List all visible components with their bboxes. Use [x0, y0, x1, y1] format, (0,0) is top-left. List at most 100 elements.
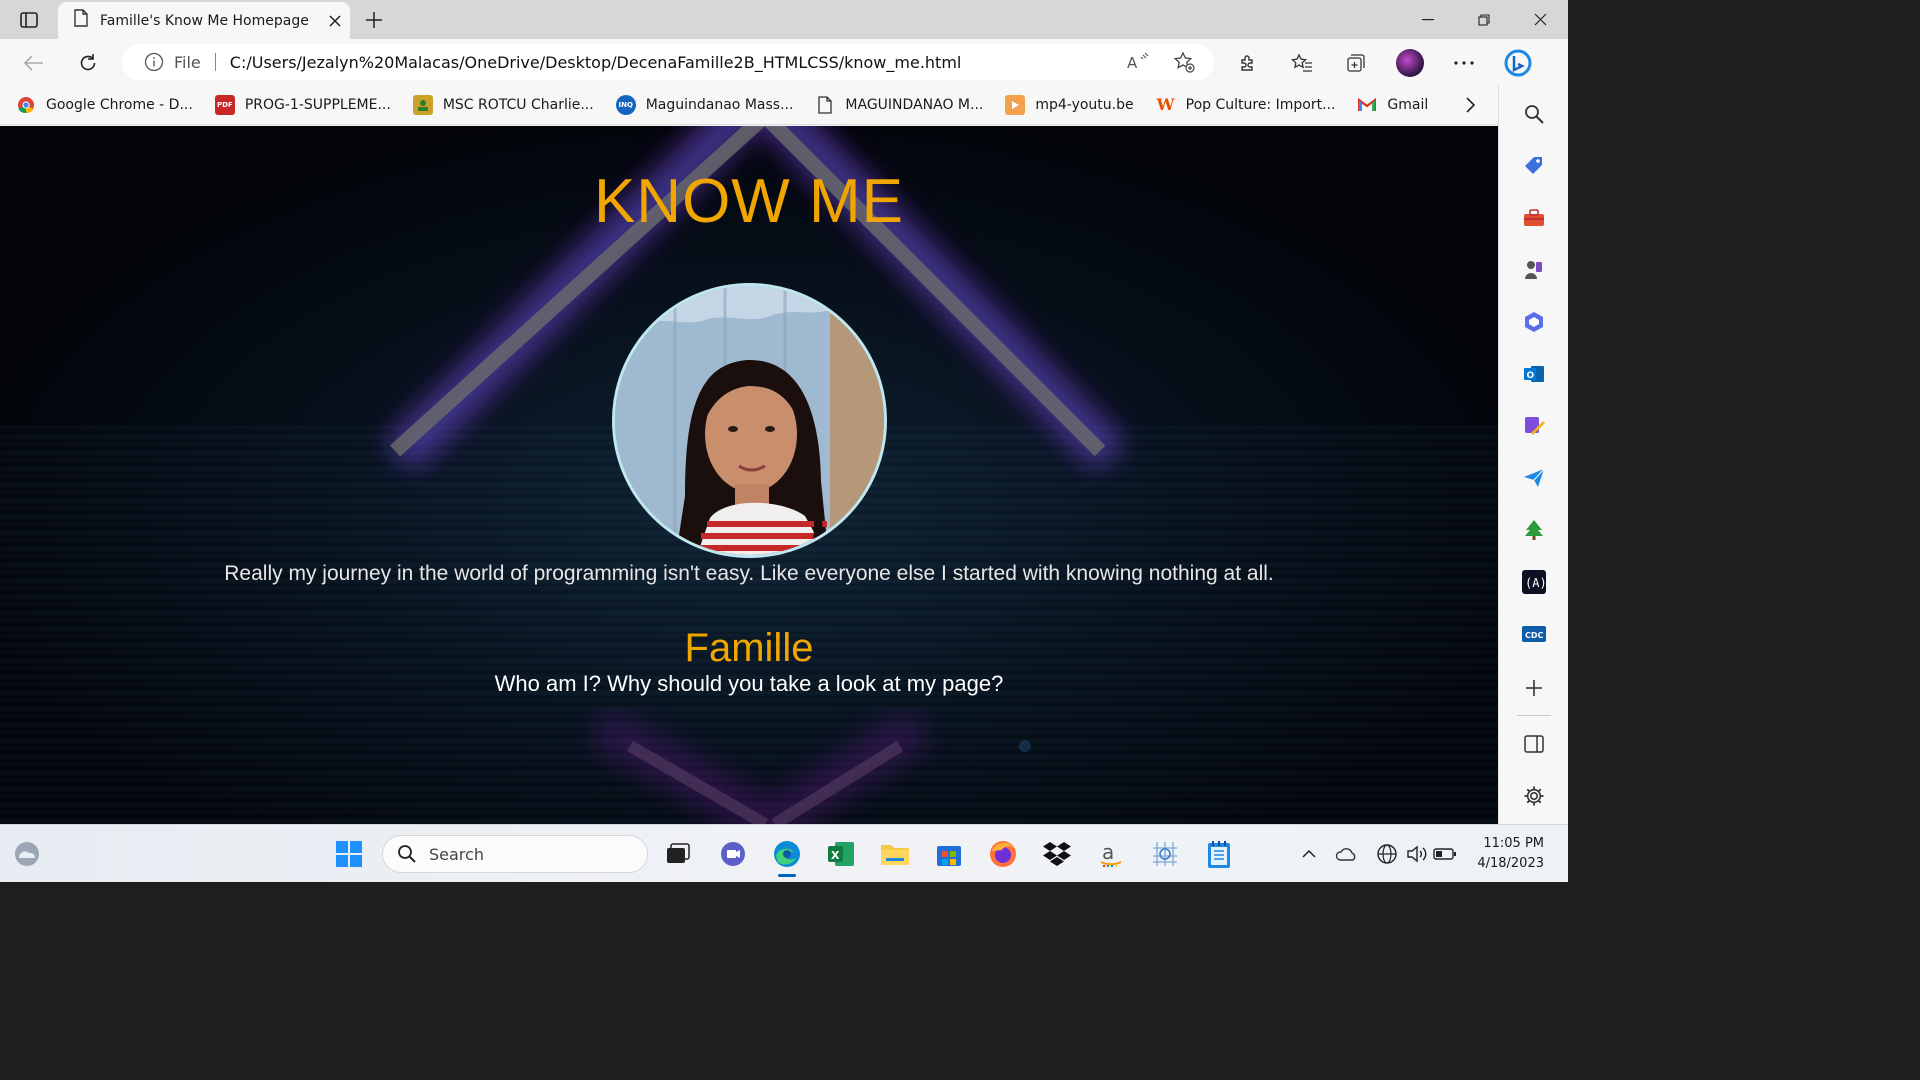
bookmark-pop-culture[interactable]: W Pop Culture: Import...	[1156, 95, 1336, 115]
svg-text:X: X	[831, 849, 840, 862]
read-aloud-icon[interactable]: A	[1122, 46, 1154, 78]
sidebar-toggle-icon[interactable]	[1521, 731, 1547, 757]
network-globe-icon[interactable]	[1370, 837, 1404, 871]
url-scheme-label: File	[174, 52, 201, 72]
notepad-icon[interactable]	[1202, 837, 1236, 871]
tools-icon[interactable]	[1521, 205, 1547, 231]
bookmarks-bar: Google Chrome - D... PDF PROG-1-SUPPLEME…	[0, 85, 1498, 125]
favorites-icon[interactable]	[1282, 47, 1322, 79]
bookmark-label: MAGUINDANAO M...	[845, 96, 984, 113]
refresh-icon[interactable]	[72, 47, 104, 79]
tab-title: Famille's Know Me Homepage	[100, 12, 309, 29]
url-separator	[214, 53, 216, 71]
microsoft-365-icon[interactable]	[1521, 309, 1547, 335]
page-icon	[74, 9, 88, 32]
profile-avatar[interactable]	[1390, 47, 1430, 79]
shopping-tag-icon[interactable]	[1521, 153, 1547, 179]
taskbar-search[interactable]: Search	[382, 835, 648, 873]
close-window-icon[interactable]	[1512, 0, 1568, 39]
back-arrow-icon[interactable]	[18, 47, 50, 79]
edge-sidebar: O (A) CDC	[1498, 85, 1568, 824]
bookmark-label: MSC ROTCU Charlie...	[442, 96, 594, 113]
edge-browser-icon[interactable]	[770, 837, 804, 871]
msc-icon	[412, 94, 433, 115]
designer-icon[interactable]	[1521, 413, 1547, 439]
code-app-icon[interactable]: (A)	[1521, 569, 1547, 595]
info-icon[interactable]	[144, 52, 164, 72]
outlook-icon[interactable]: O	[1521, 361, 1547, 387]
chevron-up-icon[interactable]	[1292, 837, 1326, 871]
file-explorer-icon[interactable]	[878, 837, 912, 871]
tagline-text: Who am I? Why should you take a look at …	[494, 671, 1004, 696]
settings-icon[interactable]	[1521, 783, 1547, 809]
toolbar-icons	[1228, 47, 1552, 79]
bookmark-maguindanao-mass[interactable]: INQ Maguindanao Mass...	[615, 94, 794, 115]
bookmark-label: PROG-1-SUPPLEME...	[244, 96, 391, 113]
restore-icon[interactable]	[1456, 0, 1512, 39]
games-icon[interactable]	[1521, 257, 1547, 283]
send-icon[interactable]	[1521, 465, 1547, 491]
profile-photo	[612, 283, 887, 558]
cdc-icon[interactable]: CDC	[1521, 621, 1547, 647]
bio-paragraph: Really my journey in the world of progra…	[224, 562, 1274, 585]
svg-text:A: A	[1127, 54, 1138, 71]
address-bar[interactable]: File C:/Users/Jezalyn%20Malacas/OneDrive…	[122, 44, 1214, 80]
system-clock[interactable]: 11:05 PM 4/18/2023	[1477, 834, 1544, 874]
webpage-content: KNOW ME Really my journey in the world o…	[0, 126, 1498, 824]
browser-window: Famille's Know Me Homepage File C:/Users…	[0, 0, 1568, 824]
clock-date: 4/18/2023	[1477, 856, 1544, 871]
sidebar-divider	[1517, 715, 1551, 716]
svg-text:(A): (A)	[1525, 576, 1546, 590]
inq-icon: INQ	[615, 94, 636, 115]
tab-actions-icon[interactable]	[12, 7, 46, 33]
clock-time: 11:05 PM	[1483, 836, 1544, 851]
teams-chat-icon[interactable]	[716, 837, 750, 871]
more-options-icon[interactable]	[1444, 47, 1484, 79]
excel-icon[interactable]: X	[824, 837, 858, 871]
gmail-icon	[1357, 95, 1377, 115]
pdf-icon: PDF	[214, 94, 235, 115]
amazon-icon[interactable]: a	[1094, 837, 1128, 871]
bookmark-prog-1[interactable]: PDF PROG-1-SUPPLEME...	[214, 94, 391, 115]
onedrive-cloud-icon[interactable]	[1330, 837, 1364, 871]
chevron-right-icon[interactable]	[1458, 93, 1482, 117]
svg-text:CDC: CDC	[1525, 631, 1544, 640]
tree-icon[interactable]	[1521, 517, 1547, 543]
tab-know-me[interactable]: Famille's Know Me Homepage	[58, 2, 350, 39]
start-windows-icon[interactable]	[332, 837, 366, 871]
bookmark-maguindanao-m[interactable]: MAGUINDANAO M...	[815, 95, 983, 115]
bookmark-msc-rotcu[interactable]: MSC ROTCU Charlie...	[412, 94, 594, 115]
taskbar: Search X a 11:05 PM 4/18/2023	[0, 824, 1568, 882]
w-icon: W	[1156, 95, 1175, 114]
bing-copilot-icon[interactable]	[1498, 47, 1538, 79]
minimize-icon[interactable]	[1400, 0, 1456, 39]
add-icon[interactable]	[1521, 675, 1547, 701]
close-tab-icon[interactable]	[320, 6, 350, 36]
tab-strip: Famille's Know Me Homepage	[0, 0, 1568, 39]
document-icon	[815, 95, 835, 115]
extensions-icon[interactable]	[1228, 47, 1268, 79]
collections-icon[interactable]	[1336, 47, 1376, 79]
window-controls	[1400, 0, 1568, 39]
bookmark-google-chrome[interactable]: Google Chrome - D...	[16, 95, 193, 115]
firefox-icon[interactable]	[986, 837, 1020, 871]
bookmark-label: Gmail	[1387, 96, 1429, 113]
dropbox-icon[interactable]	[1040, 837, 1074, 871]
url-text[interactable]: C:/Users/Jezalyn%20Malacas/OneDrive/Desk…	[230, 53, 1122, 72]
add-favorite-icon[interactable]	[1168, 46, 1200, 78]
task-view-icon[interactable]	[660, 837, 694, 871]
search-icon[interactable]	[1521, 101, 1547, 127]
weather-icon[interactable]	[10, 837, 44, 871]
bookmark-label: Maguindanao Mass...	[645, 96, 794, 113]
bookmark-label: Google Chrome - D...	[46, 96, 193, 113]
taskbar-search-placeholder: Search	[429, 844, 484, 864]
bookmark-gmail[interactable]: Gmail	[1357, 95, 1428, 115]
snipping-tool-icon[interactable]	[1148, 837, 1182, 871]
battery-icon[interactable]	[1428, 837, 1462, 871]
svg-text:O: O	[1527, 371, 1535, 381]
active-app-indicator	[778, 874, 796, 877]
video-icon	[1005, 94, 1026, 115]
microsoft-store-icon[interactable]	[932, 837, 966, 871]
new-tab-icon[interactable]	[360, 6, 388, 34]
bookmark-mp4-youtube[interactable]: mp4-youtu.be	[1005, 94, 1134, 115]
